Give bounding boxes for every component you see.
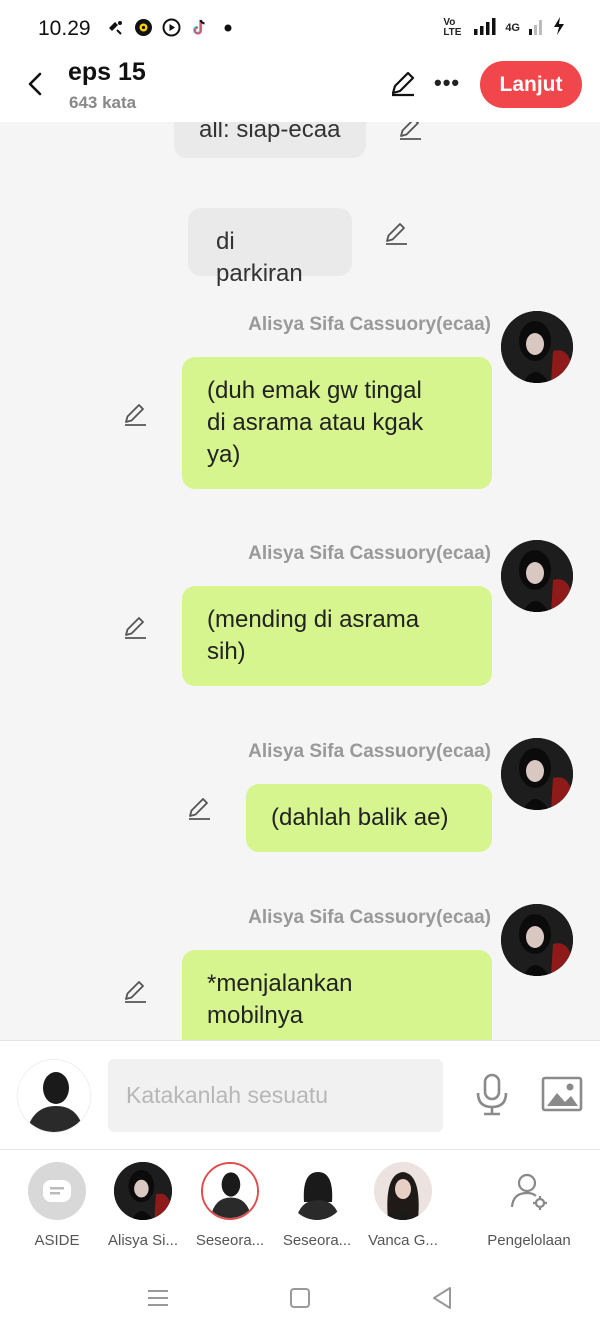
- character-label: Alisya Si...: [107, 1232, 179, 1249]
- message-input[interactable]: [108, 1059, 443, 1132]
- chat-area[interactable]: all: siap-ecaa di parkiran Alisya Sifa C…: [0, 122, 600, 1040]
- status-bar: 10.29 Vo LTE 4G: [0, 0, 600, 58]
- more-options-icon[interactable]: •••: [434, 70, 460, 96]
- character-avatar-selected: [201, 1162, 259, 1220]
- play-circle-icon: [162, 18, 181, 37]
- volte-badge: Vo LTE: [443, 16, 462, 38]
- dialogue-line: mobilnya: [207, 1002, 304, 1029]
- character-avatar: [114, 1162, 172, 1220]
- character-someone-1[interactable]: Seseora...: [190, 1162, 270, 1249]
- character-selector: ASIDE Alisya Si... Seseora... Seseora...…: [0, 1150, 600, 1263]
- character-avatar[interactable]: [501, 311, 573, 383]
- character-avatar: [288, 1162, 346, 1220]
- narration-text: di parkiran: [216, 228, 303, 287]
- signal-icon: [473, 17, 497, 38]
- next-button[interactable]: Lanjut: [480, 61, 582, 108]
- signal-2-icon: [528, 17, 544, 38]
- edit-message-icon[interactable]: [122, 400, 150, 428]
- dialogue-line: *menjalankan: [207, 970, 353, 997]
- dialogue-bubble[interactable]: (mending di asrama sih): [182, 586, 492, 686]
- narration-bubble[interactable]: di parkiran: [188, 208, 352, 287]
- sender-name: Alisya Sifa Cassuory(ecaa): [248, 543, 491, 564]
- edit-pencil-icon[interactable]: [388, 68, 418, 98]
- microphone-icon[interactable]: [474, 1073, 510, 1117]
- sender-name: Alisya Sifa Cassuory(ecaa): [248, 741, 491, 762]
- edit-message-icon[interactable]: [186, 794, 214, 822]
- character-label: Seseora...: [195, 1232, 265, 1249]
- episode-header: eps 15 643 kata ••• Lanjut: [0, 58, 600, 122]
- character-avatar: [374, 1162, 432, 1220]
- narration-text: all: siap-ecaa: [199, 122, 341, 143]
- system-icons: Vo LTE 4G: [443, 16, 566, 39]
- image-icon[interactable]: [541, 1075, 583, 1113]
- character-avatar[interactable]: [501, 904, 573, 976]
- system-nav-bar: [0, 1263, 600, 1333]
- edit-message-icon[interactable]: [397, 122, 425, 142]
- edit-message-icon[interactable]: [383, 219, 411, 247]
- manage-characters[interactable]: Pengelolaan: [486, 1162, 572, 1249]
- menu-icon[interactable]: [143, 1283, 173, 1313]
- dialogue-line: (mending di asrama: [207, 606, 420, 633]
- character-label: Seseora...: [282, 1232, 352, 1249]
- character-aside[interactable]: ASIDE: [17, 1162, 97, 1249]
- dialogue-bubble[interactable]: (duh emak gw tingal di asrama atau kgak …: [182, 357, 492, 489]
- dialogue-bubble[interactable]: (dahlah balik ae): [246, 784, 492, 852]
- character-label: Pengelolaan: [487, 1232, 571, 1249]
- character-label: ASIDE: [34, 1232, 80, 1249]
- status-time: 10.29: [38, 17, 91, 40]
- sender-name: Alisya Sifa Cassuory(ecaa): [248, 314, 491, 335]
- dialogue-line: sih): [207, 638, 246, 665]
- narration-bubble[interactable]: all: siap-ecaa: [174, 122, 366, 158]
- dialogue-line: (duh emak gw tingal: [207, 377, 422, 404]
- dialogue-bubble[interactable]: *menjalankan mobilnya: [182, 950, 492, 1040]
- speaker-avatar[interactable]: [17, 1059, 91, 1133]
- music-app-icon: [134, 18, 153, 37]
- dialogue-line: ya): [207, 441, 241, 468]
- character-vanca[interactable]: Vanca G...: [363, 1162, 443, 1249]
- character-someone-2[interactable]: Seseora...: [277, 1162, 357, 1249]
- word-count: 643 kata: [69, 93, 137, 112]
- notification-icons: [106, 18, 237, 37]
- charging-icon: [552, 16, 566, 39]
- dialogue-line: (dahlah balik ae): [271, 804, 449, 831]
- episode-title: eps 15: [68, 58, 146, 86]
- edit-message-icon[interactable]: [122, 613, 150, 641]
- message-composer: [0, 1040, 600, 1150]
- character-alisya[interactable]: Alisya Si...: [103, 1162, 183, 1249]
- home-icon[interactable]: [285, 1283, 315, 1313]
- tiktok-icon: [190, 18, 209, 37]
- back-arrow-icon[interactable]: [22, 68, 50, 100]
- character-label: Vanca G...: [368, 1232, 438, 1249]
- edit-message-icon[interactable]: [122, 977, 150, 1005]
- satellite-icon: [106, 18, 125, 37]
- dot-icon: [218, 18, 237, 37]
- character-avatar[interactable]: [501, 540, 573, 612]
- person-settings-icon: [500, 1162, 558, 1220]
- aside-icon: [28, 1162, 86, 1220]
- character-avatar[interactable]: [501, 738, 573, 810]
- network-gen: 4G: [505, 21, 520, 34]
- dialogue-line: di asrama atau kgak: [207, 409, 424, 436]
- back-icon[interactable]: [427, 1283, 457, 1313]
- sender-name: Alisya Sifa Cassuory(ecaa): [248, 907, 491, 928]
